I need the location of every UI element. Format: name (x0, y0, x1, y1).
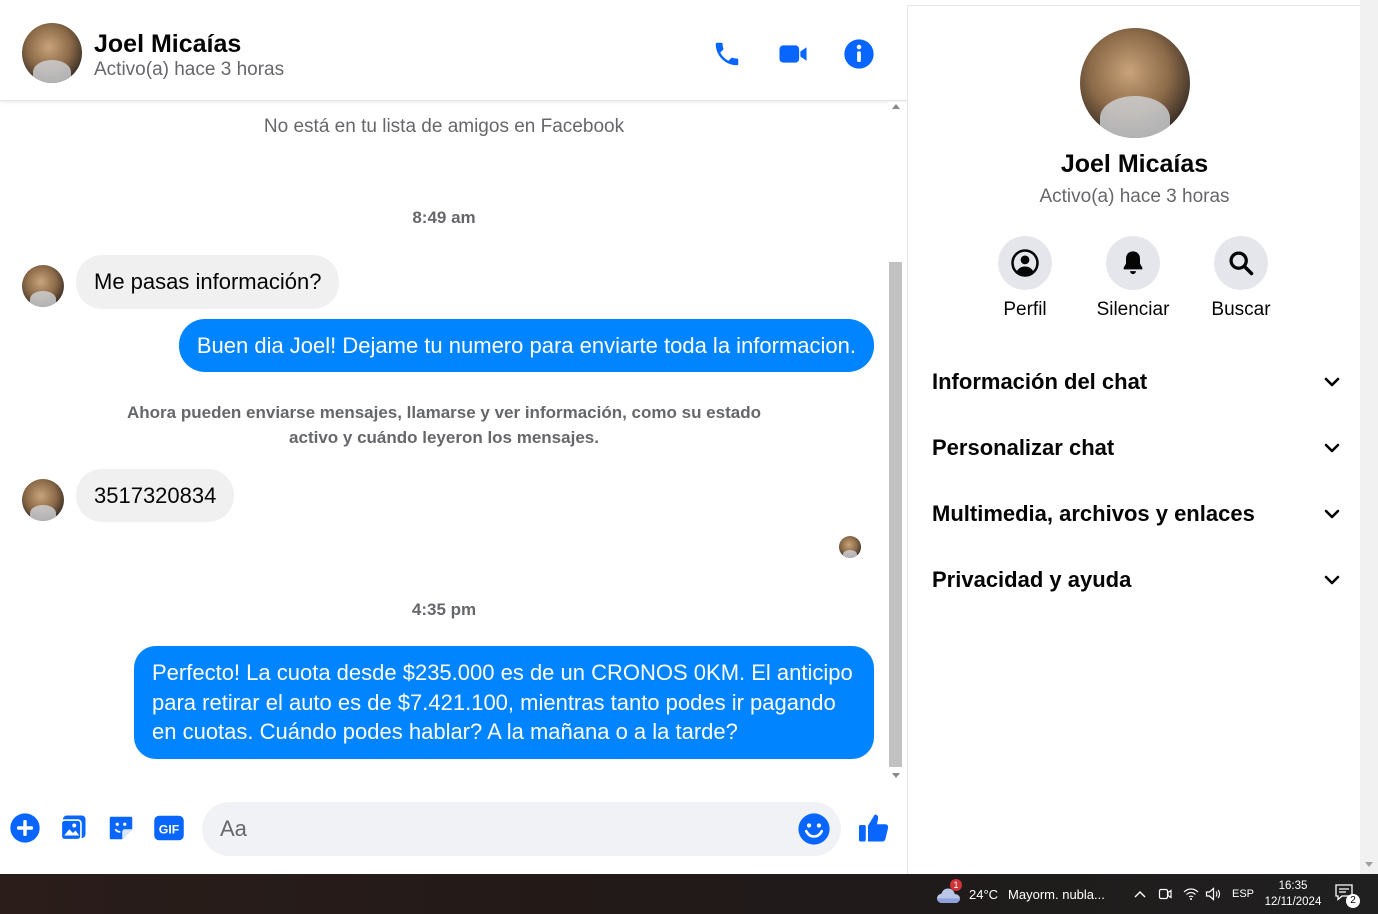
scroll-up-arrow-icon[interactable] (892, 104, 900, 109)
contact-status: Activo(a) hace 3 horas (94, 59, 285, 80)
scroll-down-arrow-icon[interactable] (1365, 862, 1373, 867)
sticker-button[interactable] (103, 810, 139, 846)
sticker-icon (109, 816, 133, 840)
timestamp-divider: 8:49 am (412, 208, 476, 227)
contact-name[interactable]: Joel Micaías (94, 30, 241, 59)
sender-avatar[interactable] (22, 265, 64, 307)
chevron-down-icon (1324, 443, 1340, 453)
message-input[interactable] (220, 802, 790, 856)
section-customize-chat[interactable]: Personalizar chat (932, 423, 1342, 473)
search-action[interactable]: Buscar (1196, 236, 1286, 321)
profile-action[interactable]: Perfil (980, 236, 1070, 321)
section-label: Personalizar chat (932, 435, 1115, 460)
network-button[interactable] (1180, 884, 1202, 904)
bell-icon (1123, 251, 1143, 275)
weather-widget[interactable]: 1 24°C Mayorm. nubla... (936, 879, 1105, 906)
info-contact-status: Activo(a) hace 3 horas (1039, 186, 1230, 207)
search-icon (1229, 251, 1254, 276)
info-icon (844, 39, 874, 69)
video-camera-icon (779, 45, 807, 63)
sender-avatar[interactable] (22, 479, 64, 521)
weather-alert-badge: 1 (950, 879, 962, 891)
conversation-info-button[interactable] (839, 34, 879, 74)
chat-pane: Joel Micaías Activo(a) hace 3 horas No e… (0, 0, 907, 874)
weather-description: Mayorm. nubla... (1008, 886, 1105, 902)
message-list[interactable]: No está en tu lista de amigos en Faceboo… (0, 102, 888, 782)
phone-icon (715, 42, 739, 66)
outgoing-message[interactable]: Buen dia Joel! Dejame tu numero para env… (178, 319, 874, 372)
clock[interactable]: 16:35 12/11/2024 (1260, 878, 1326, 910)
like-button[interactable] (856, 810, 892, 846)
chat-header: Joel Micaías Activo(a) hace 3 horas (0, 6, 907, 101)
audio-call-button[interactable] (707, 34, 747, 74)
clock-date: 12/11/2024 (1264, 896, 1322, 908)
cloud-icon: 1 (936, 879, 962, 905)
more-actions-button[interactable] (7, 810, 43, 846)
conversation-info-pane: Joel Micaías Activo(a) hace 3 horas Perf… (907, 6, 1360, 874)
profile-action-label: Perfil (1003, 299, 1047, 320)
search-action-label: Buscar (1211, 299, 1271, 320)
chevron-down-icon (1324, 509, 1340, 519)
input-language-button[interactable]: ESP (1230, 884, 1256, 904)
camera-icon (1158, 888, 1172, 900)
thumbs-up-icon (859, 814, 889, 842)
gif-label: GIF (159, 823, 180, 837)
page-scrollbar[interactable] (1360, 0, 1378, 874)
profile-action-circle[interactable] (998, 236, 1052, 290)
search-action-circle[interactable] (1214, 236, 1268, 290)
chevron-down-icon (1324, 377, 1340, 387)
show-hidden-icons-button[interactable] (1130, 884, 1150, 904)
contact-profile-picture[interactable] (1080, 28, 1190, 138)
info-contact-name[interactable]: Joel Micaías (908, 150, 1361, 179)
mute-action[interactable]: Silenciar (1088, 236, 1178, 321)
chevron-up-icon (1134, 891, 1146, 898)
emoji-button[interactable] (797, 812, 831, 846)
photo-icon (60, 815, 86, 841)
mute-action-label: Silenciar (1096, 299, 1170, 320)
seen-receipt-avatar (839, 536, 861, 558)
section-label: Privacidad y ayuda (932, 567, 1132, 592)
speaker-icon (1205, 887, 1221, 901)
section-label: Información del chat (932, 369, 1148, 394)
not-friends-note: No está en tu lista de amigos en Faceboo… (263, 116, 625, 137)
section-label: Multimedia, archivos y enlaces (932, 501, 1255, 526)
weather-temperature: 24°C (969, 886, 999, 902)
message-input-container[interactable] (202, 802, 841, 856)
scroll-down-arrow-icon[interactable] (892, 773, 900, 778)
system-note-line: activo y cuándo leyeron los mensajes. (289, 428, 599, 447)
mute-action-circle[interactable] (1106, 236, 1160, 290)
incoming-message[interactable]: 3517320834 (76, 469, 235, 522)
notification-center-button[interactable]: 2 (1334, 883, 1360, 908)
profile-icon (1011, 249, 1039, 277)
section-privacy-help[interactable]: Privacidad y ayuda (932, 555, 1342, 605)
chevron-down-icon (1324, 575, 1340, 585)
video-call-button[interactable] (773, 34, 813, 74)
scroll-thumb[interactable] (889, 262, 902, 767)
gif-button[interactable]: GIF (151, 810, 187, 846)
clock-time: 16:35 (1278, 880, 1308, 892)
notification-count-badge: 2 (1346, 894, 1360, 908)
plus-circle-icon (10, 813, 40, 843)
section-chat-info[interactable]: Información del chat (932, 357, 1342, 407)
system-note: Ahora pueden enviarse mensajes, llamarse… (0, 400, 888, 450)
meet-now-button[interactable] (1155, 884, 1175, 904)
message-scrollbar[interactable] (888, 102, 905, 784)
gif-icon: GIF (154, 815, 184, 841)
timestamp-divider: 4:35 pm (411, 600, 477, 619)
volume-button[interactable] (1203, 884, 1223, 904)
section-media-files-links[interactable]: Multimedia, archivos y enlaces (932, 489, 1342, 539)
taskbar: 1 24°C Mayorm. nubla... ESP 16:35 12/11/… (0, 874, 1378, 914)
system-note-line: Ahora pueden enviarse mensajes, llamarse… (127, 403, 761, 422)
smiley-icon (798, 813, 830, 845)
wifi-icon (1183, 888, 1199, 900)
contact-avatar[interactable] (22, 23, 82, 83)
attach-photo-button[interactable] (55, 810, 91, 846)
outgoing-message[interactable]: Perfecto! La cuota desde $235.000 es de … (134, 646, 874, 759)
message-composer: GIF (0, 786, 907, 874)
incoming-message[interactable]: Me pasas información? (76, 255, 340, 309)
